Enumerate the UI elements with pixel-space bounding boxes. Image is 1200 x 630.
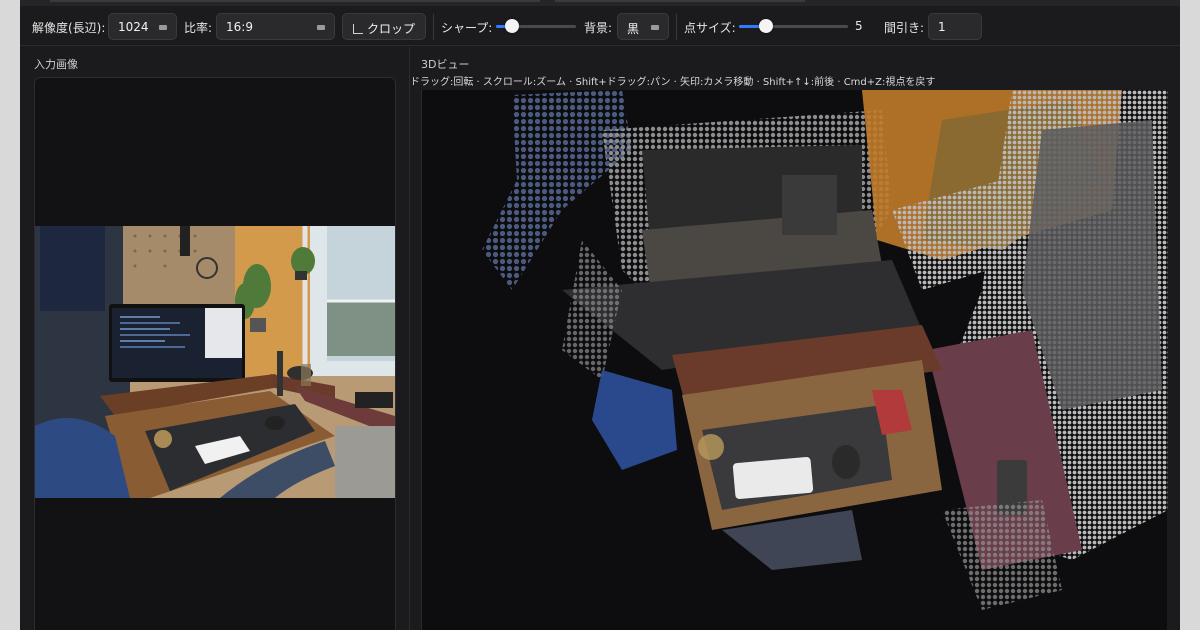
resolution-select[interactable]: 1024: [108, 13, 177, 40]
toolbar: 解像度(長辺): 1024 比率: 16:9 クロップ シャープ: 背景: 黒 …: [20, 6, 1180, 46]
toolbar-divider: [676, 14, 677, 40]
point-size-label: 点サイズ:: [684, 21, 736, 35]
point-size-slider-knob[interactable]: [759, 19, 774, 33]
background-select[interactable]: 黒: [617, 13, 669, 40]
app-window: 解像度(長辺): 1024 比率: 16:9 クロップ シャープ: 背景: 黒 …: [20, 0, 1180, 630]
background-value: 黒: [627, 22, 640, 36]
ratio-select[interactable]: 16:9: [216, 13, 335, 40]
point-size-slider[interactable]: [739, 19, 848, 33]
select-handle-icon: [651, 25, 659, 30]
3d-viewport[interactable]: [421, 90, 1168, 630]
crop-icon: [353, 24, 363, 34]
crop-button[interactable]: クロップ: [342, 13, 426, 40]
select-handle-icon: [317, 25, 325, 30]
decimation-input[interactable]: 1: [928, 13, 982, 40]
resolution-label: 解像度(長辺):: [32, 21, 106, 35]
background-label: 背景:: [584, 21, 613, 35]
point-cloud-render: [482, 90, 1168, 610]
ratio-value: 16:9: [226, 20, 253, 34]
panel-divider: [409, 47, 410, 630]
decimation-label: 間引き:: [884, 21, 925, 35]
sharpness-slider[interactable]: [496, 19, 576, 33]
3d-view-controls-hint: ドラッグ:回転 · スクロール:ズーム · Shift+ドラッグ:パン · 矢印…: [410, 77, 936, 88]
input-image-title: 入力画像: [34, 58, 78, 71]
input-photo: [35, 226, 395, 498]
toolbar-divider: [433, 14, 434, 40]
ratio-label: 比率:: [184, 21, 213, 35]
sharpness-slider-knob[interactable]: [505, 19, 519, 33]
crop-label: クロップ: [367, 22, 416, 36]
sharpness-label: シャープ:: [441, 21, 493, 35]
point-size-value: 5: [855, 19, 863, 33]
select-handle-icon: [159, 25, 167, 30]
resolution-value: 1024: [118, 20, 149, 34]
3d-view-title: 3Dビュー: [421, 58, 470, 71]
input-image-panel: [34, 77, 396, 630]
